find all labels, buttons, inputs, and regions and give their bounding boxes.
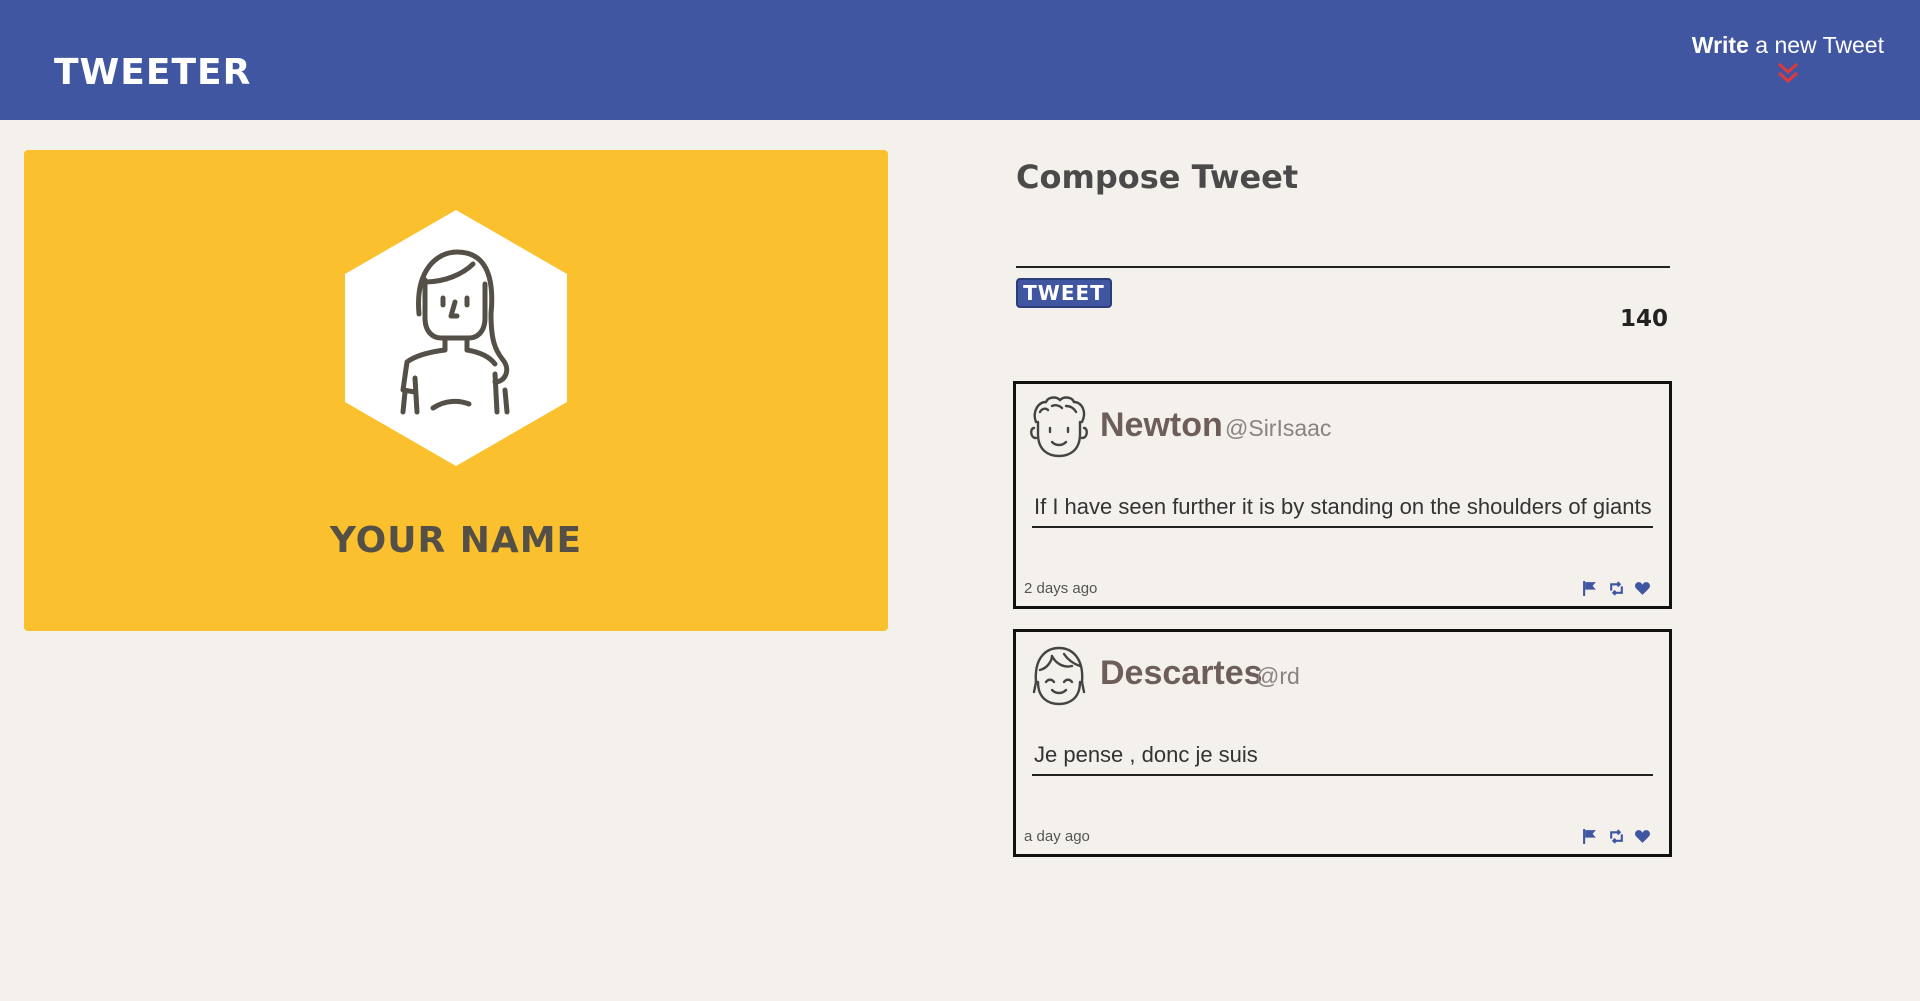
tweet-author-name[interactable]: Newton xyxy=(1100,406,1223,445)
character-counter: 140 xyxy=(1619,306,1668,332)
tweet-card: Newton @SirIsaac If I have seen further … xyxy=(1013,381,1672,609)
profile-card: YOUR NAME xyxy=(24,150,888,631)
tweet-author-name[interactable]: Descartes xyxy=(1100,654,1263,693)
heart-icon[interactable] xyxy=(1634,580,1651,597)
tweet-actions xyxy=(1582,828,1651,845)
tweet-author-handle[interactable]: @SirIsaac xyxy=(1225,415,1331,442)
tweet-text: Je pense , donc je suis xyxy=(1032,742,1653,776)
top-nav-bar: TWEETER Write a new Tweet xyxy=(0,0,1920,120)
tweet-actions xyxy=(1582,580,1651,597)
tweet-button[interactable]: TWEET xyxy=(1016,278,1112,308)
tweet-timestamp: a day ago xyxy=(1024,828,1090,845)
retweet-icon[interactable] xyxy=(1608,828,1625,845)
tweet-input[interactable] xyxy=(1016,222,1670,268)
brand-logo[interactable]: TWEETER xyxy=(54,52,251,93)
curly-hair-man-icon xyxy=(1030,396,1088,458)
heart-icon[interactable] xyxy=(1634,828,1651,845)
write-link-bold: Write xyxy=(1691,32,1749,58)
flag-icon[interactable] xyxy=(1582,580,1599,597)
tweet-timestamp: 2 days ago xyxy=(1024,580,1098,597)
write-new-tweet-link[interactable]: Write a new Tweet xyxy=(1692,32,1884,85)
double-chevron-down-icon[interactable] xyxy=(1774,61,1802,85)
bangs-girl-icon xyxy=(1032,646,1086,706)
flag-icon[interactable] xyxy=(1582,828,1599,845)
tweet-author-handle[interactable]: @rd xyxy=(1256,663,1300,690)
write-link-rest: a new Tweet xyxy=(1748,32,1884,58)
retweet-icon[interactable] xyxy=(1608,580,1625,597)
profile-name: YOUR NAME xyxy=(329,520,583,561)
tweet-text: If I have seen further it is by standing… xyxy=(1032,494,1653,528)
profile-avatar-icon xyxy=(345,210,567,466)
tweet-card: Descartes @rd Je pense , donc je suis a … xyxy=(1013,629,1672,857)
compose-title: Compose Tweet xyxy=(1016,158,1299,196)
